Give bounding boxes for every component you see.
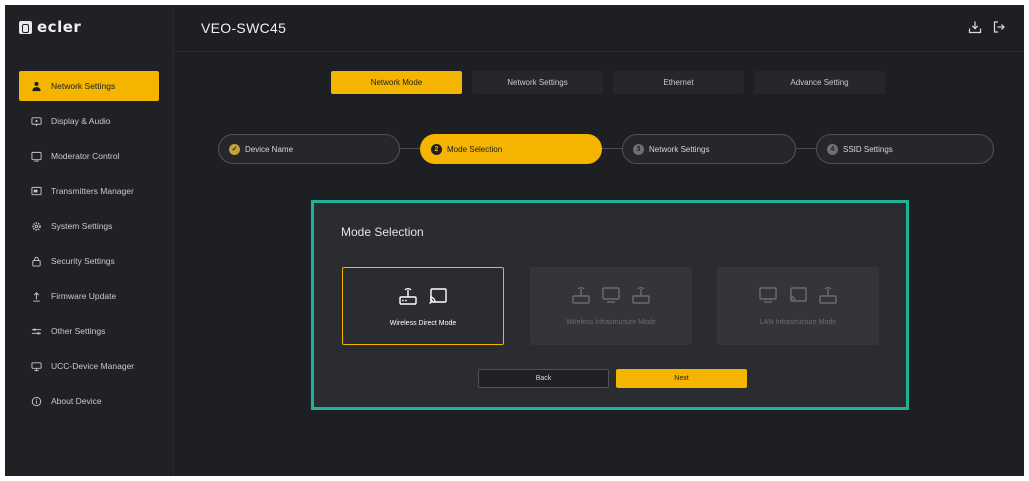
sidebar-item-moderator-control[interactable]: Moderator Control [19,141,159,171]
monitor-icon [601,285,621,305]
sliders-icon [31,326,42,337]
mode-label: LAN Infrastructure Mode [759,319,837,326]
sidebar-item-network-settings[interactable]: Network Settings [19,71,159,101]
header-divider [173,51,1024,52]
sidebar-item-label: Moderator Control [51,151,120,161]
monitor-icon [758,285,778,305]
sidebar: ecler Network Settings Display & Audio M… [5,5,174,476]
next-button[interactable]: Next [616,369,747,388]
sidebar-item-label: Security Settings [51,256,115,266]
logout-icon[interactable] [992,20,1006,34]
device-icon [31,361,42,372]
mode-icons [758,284,838,306]
brand-name: ecler [37,18,82,36]
tab-network-settings[interactable]: Network Settings [472,71,603,94]
step-connector [796,148,816,149]
sidebar-item-label: UCC-Device Manager [51,361,135,371]
upload-icon [31,291,42,302]
transmitter-icon [31,186,42,197]
router-icon [398,286,418,306]
gear-icon [31,221,42,232]
sidebar-nav: Network Settings Display & Audio Moderat… [19,71,159,421]
mode-icons [398,285,448,307]
tab-bar: Network Mode Network Settings Ethernet A… [331,71,885,94]
step-network-settings[interactable]: 3 Network Settings [622,134,796,164]
mode-label: Wireless Infrastructure Mode [566,319,656,326]
info-icon [31,396,42,407]
lock-icon [31,256,42,267]
cast-icon [788,285,808,305]
download-icon[interactable] [968,20,982,34]
router-icon [818,285,838,305]
display-audio-icon [31,116,42,127]
sidebar-item-ucc-device-manager[interactable]: UCC-Device Manager [19,351,159,381]
person-network-icon [31,81,42,92]
step-label: Network Settings [649,144,710,154]
sidebar-item-firmware-update[interactable]: Firmware Update [19,281,159,311]
page-title: VEO-SWC45 [201,20,287,36]
mode-selection-panel: Mode Selection Wireless Direct Mode Wire… [311,200,909,410]
step-device-name[interactable]: ✓ Device Name [218,134,400,164]
sidebar-item-security-settings[interactable]: Security Settings [19,246,159,276]
sidebar-item-display-audio[interactable]: Display & Audio [19,106,159,136]
monitor-icon [31,151,42,162]
wizard-stepper: ✓ Device Name 2 Mode Selection 3 Network… [218,134,994,164]
sidebar-item-other-settings[interactable]: Other Settings [19,316,159,346]
back-button[interactable]: Back [478,369,609,388]
mode-icons [571,284,651,306]
step-label: Device Name [245,144,294,154]
sidebar-item-label: Network Settings [51,81,116,91]
cast-icon [428,286,448,306]
brand-logo: ecler [19,18,81,36]
step-mode-selection[interactable]: 2 Mode Selection [420,134,602,164]
mode-card-lan-infrastructure[interactable]: LAN Infrastructure Mode [717,267,879,345]
step-number: 3 [633,143,644,155]
sidebar-item-label: About Device [51,396,102,406]
router-icon [631,285,651,305]
sidebar-item-transmitters-manager[interactable]: Transmitters Manager [19,176,159,206]
header-actions [968,20,1006,34]
step-number: 2 [431,143,442,155]
step-connector [400,148,420,149]
step-ssid-settings[interactable]: 4 SSID Settings [816,134,994,164]
sidebar-item-system-settings[interactable]: System Settings [19,211,159,241]
tab-network-mode[interactable]: Network Mode [331,71,462,94]
step-label: SSID Settings [843,144,893,154]
ecler-logo-icon [19,20,32,34]
sidebar-item-about-device[interactable]: About Device [19,386,159,416]
mode-label: Wireless Direct Mode [389,320,457,327]
sidebar-item-label: Display & Audio [51,116,111,126]
app-window: ecler Network Settings Display & Audio M… [5,5,1024,476]
sidebar-item-label: Transmitters Manager [51,186,134,196]
step-number: 4 [827,143,838,155]
sidebar-item-label: System Settings [51,221,113,231]
mode-card-wireless-direct[interactable]: Wireless Direct Mode [342,267,504,345]
panel-title: Mode Selection [341,225,424,239]
tab-ethernet[interactable]: Ethernet [613,71,744,94]
router-icon [571,285,591,305]
check-icon: ✓ [229,143,240,155]
mode-card-wireless-infrastructure[interactable]: Wireless Infrastructure Mode [530,267,692,345]
sidebar-item-label: Firmware Update [51,291,117,301]
sidebar-item-label: Other Settings [51,326,106,336]
step-label: Mode Selection [447,144,503,154]
tab-advance-setting[interactable]: Advance Setting [754,71,885,94]
step-connector [602,148,622,149]
